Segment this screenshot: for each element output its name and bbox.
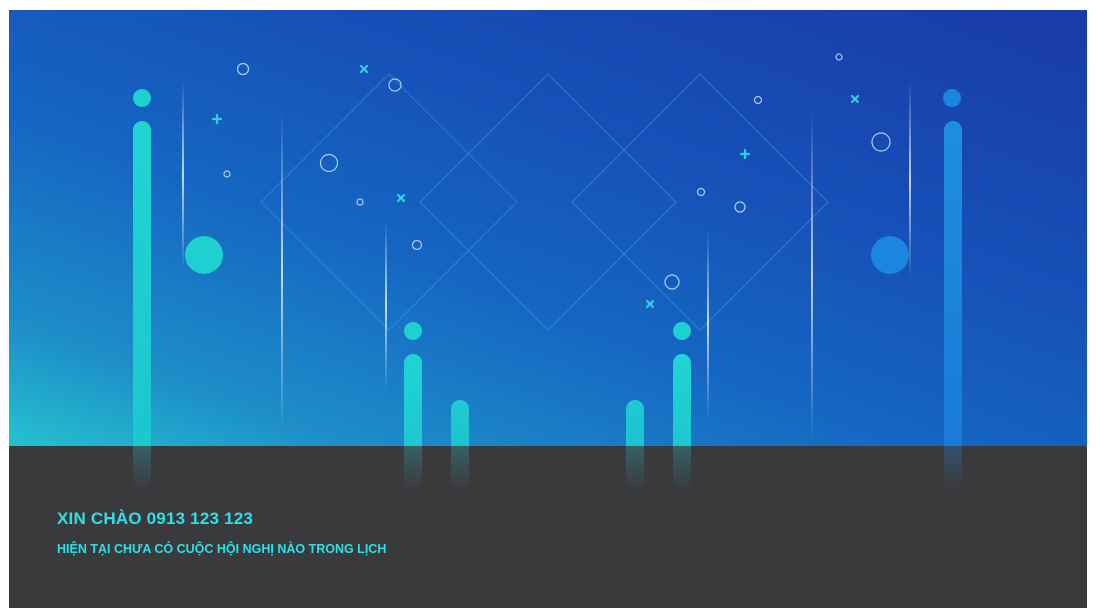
ring-circle — [356, 198, 364, 206]
cross-icon — [359, 64, 369, 74]
dot-circle — [871, 236, 909, 274]
ring-circle — [696, 187, 706, 197]
greeting-text: XIN CHÀO 0913 123 123 — [57, 509, 254, 528]
pill-bar — [673, 354, 691, 446]
cross-icon — [396, 193, 406, 203]
light-streak — [707, 230, 709, 420]
conference-status-text: HIỆN TẠI CHƯA CÓ CUỘC HỘI NGHỊ NÀO TRONG… — [57, 542, 387, 556]
ring-circle — [319, 153, 339, 173]
light-streak — [385, 220, 387, 390]
ring-circle — [223, 170, 231, 178]
hero-banner — [9, 10, 1087, 446]
ring-circle — [871, 132, 891, 152]
ring-circle — [388, 78, 402, 92]
diamond-outline — [419, 73, 677, 331]
ring-circle-group — [223, 53, 891, 290]
diamond-outline-group — [260, 73, 829, 331]
light-streak-group — [182, 80, 911, 440]
cross-icon — [850, 94, 860, 104]
diamond-outline — [571, 73, 829, 331]
dot-circle — [185, 236, 223, 274]
pill-bar — [626, 400, 644, 446]
app-screen: XIN CHÀO 0913 123 123 HIỆN TẠI CHƯA CÓ C… — [9, 10, 1087, 608]
info-footer: XIN CHÀO 0913 123 123 HIỆN TẠI CHƯA CÓ C… — [9, 446, 1087, 608]
hero-illustration — [133, 53, 962, 446]
plus-icon — [211, 113, 223, 125]
dot-circle — [133, 89, 151, 107]
pill-bar — [404, 354, 422, 446]
light-streak — [281, 110, 283, 430]
diamond-outline — [260, 73, 518, 331]
ring-circle — [236, 62, 250, 76]
ring-circle — [753, 95, 763, 105]
ring-circle — [734, 201, 746, 213]
dot-circle — [404, 322, 422, 340]
light-streak — [909, 80, 911, 280]
ring-circle — [664, 274, 680, 290]
pill-bar — [133, 121, 151, 446]
dot-circle — [673, 322, 691, 340]
ring-circle — [835, 53, 843, 61]
plus-icon — [739, 148, 751, 160]
ring-circle — [411, 239, 423, 251]
light-streak — [182, 80, 184, 270]
cross-icon — [645, 299, 655, 309]
pill-bar — [451, 400, 469, 446]
light-streak — [811, 110, 813, 440]
plus-icon-group — [211, 113, 751, 160]
dot-circle — [943, 89, 961, 107]
pill-bar — [944, 121, 962, 446]
